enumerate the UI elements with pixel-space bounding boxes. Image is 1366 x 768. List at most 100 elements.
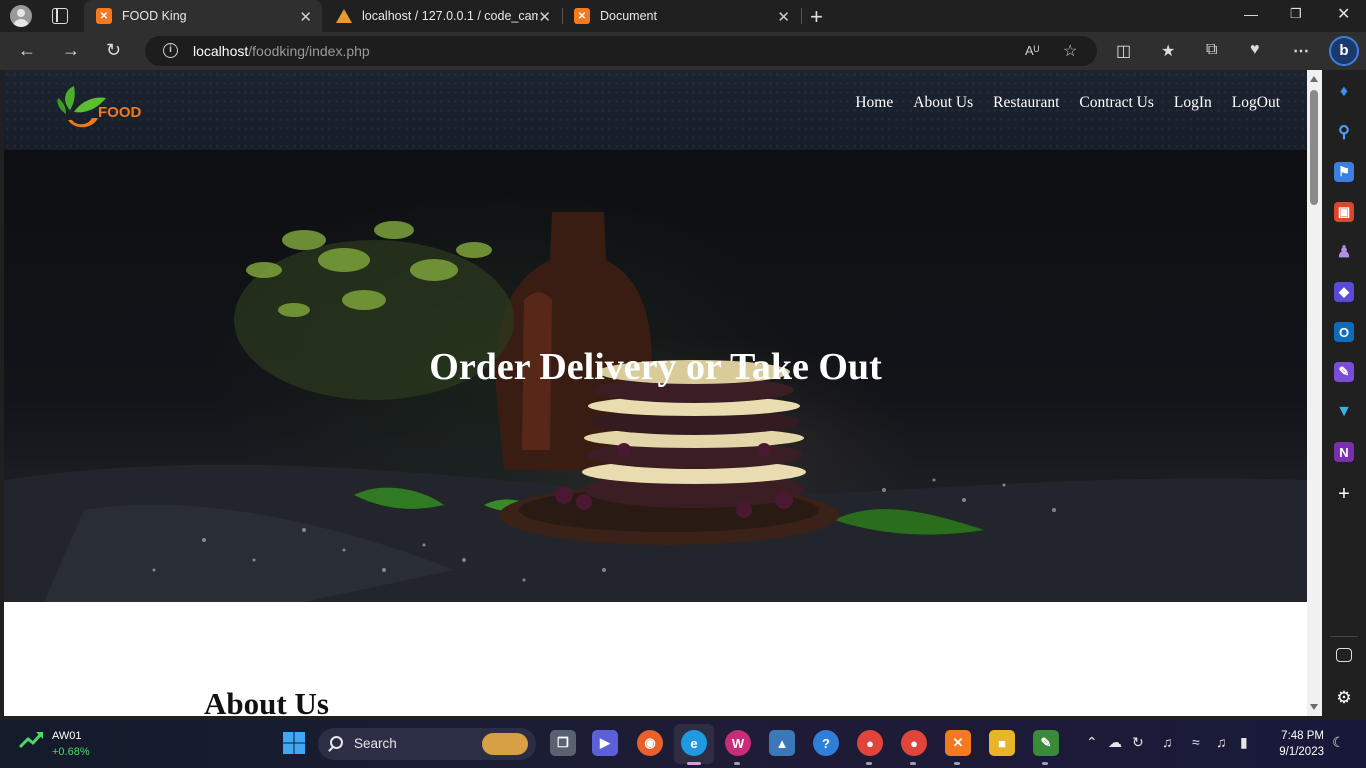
battery-icon[interactable]: ▮ (1240, 734, 1248, 751)
firefox-icon[interactable]: ◉ (637, 730, 663, 756)
running-indicator (910, 762, 916, 765)
new-tab-button[interactable]: + (810, 4, 823, 30)
chrome-profile-icon[interactable]: ● (901, 730, 927, 756)
site-header: FOOD Home About Us Restaurant Contract U… (4, 70, 1307, 150)
close-window-icon[interactable]: ✕ (1337, 4, 1350, 24)
collections-icon[interactable]: ⧉ (1206, 41, 1217, 59)
scrollbar-thumb[interactable] (1310, 90, 1318, 205)
onedrive-cloud-icon[interactable]: ☁ (1108, 734, 1122, 751)
tab-food-king[interactable]: ✕ FOOD King ✕ (84, 0, 322, 32)
nav-home[interactable]: Home (855, 94, 893, 112)
onenote-icon[interactable]: N (1334, 442, 1354, 462)
favorites-icon[interactable]: ★ (1161, 41, 1175, 61)
nav-login[interactable]: LogIn (1174, 94, 1212, 112)
food-logo[interactable]: FOOD (52, 80, 162, 134)
nav-about-us[interactable]: About Us (913, 94, 973, 112)
minimize-icon[interactable]: — (1244, 6, 1258, 22)
tab-actions-icon[interactable] (52, 8, 68, 24)
microphone-icon[interactable]: ♫ (1162, 734, 1173, 750)
wps-office-icon[interactable]: W (725, 730, 751, 756)
nav-contract-us[interactable]: Contract Us (1079, 94, 1153, 112)
scroll-up-icon[interactable] (1310, 76, 1318, 82)
more-menu-icon[interactable]: ⋯ (1293, 41, 1309, 61)
page-viewport: FOOD Home About Us Restaurant Contract U… (4, 70, 1307, 716)
profile-avatar-icon[interactable] (10, 5, 32, 27)
sidebar-separator (1330, 636, 1358, 637)
close-tab-icon[interactable]: ✕ (299, 8, 312, 26)
hide-sidebar-icon[interactable] (1336, 648, 1352, 662)
svg-text:FOOD: FOOD (98, 104, 141, 121)
designer-icon[interactable]: ✎ (1334, 362, 1354, 382)
favorite-star-icon[interactable]: ☆ (1063, 41, 1077, 61)
page-scrollbar[interactable] (1307, 70, 1322, 716)
stock-change: +0.68% (52, 746, 90, 758)
tab-document[interactable]: ✕ Document ✕ (562, 0, 800, 32)
sync-icon[interactable]: ↻ (1132, 734, 1144, 751)
search-label: Search (354, 736, 397, 751)
drop-icon[interactable]: ▼ (1334, 402, 1354, 422)
phpmyadmin-favicon-icon (336, 8, 352, 24)
system-clock[interactable]: 7:48 PM 9/1/2023 (1272, 728, 1324, 760)
taskbar-search-box[interactable]: Search (318, 728, 536, 760)
xampp-favicon-icon: ✕ (96, 8, 112, 24)
photos-icon[interactable]: ▲ (769, 730, 795, 756)
split-screen-icon[interactable]: ◫ (1116, 41, 1131, 61)
address-bar[interactable]: i localhost/foodking/index.php Aᵁ ☆ (145, 36, 1097, 66)
tab-separator (801, 8, 802, 24)
bing-copilot-icon[interactable]: b (1329, 36, 1359, 66)
close-tab-icon[interactable]: ✕ (538, 8, 551, 26)
tab-title: localhost / 127.0.0.1 / code_camp (362, 9, 538, 23)
microsoft-365-icon[interactable]: ◆ (1334, 282, 1354, 302)
wifi-icon[interactable]: ≈ (1192, 734, 1200, 750)
stock-widget[interactable]: AW01 +0.68% (18, 729, 90, 758)
stock-ticker: AW01 (52, 730, 82, 742)
windows-start-icon[interactable] (281, 730, 307, 756)
tab-title: Document (600, 9, 657, 23)
edge-browser-icon[interactable]: e (681, 730, 707, 756)
xampp-favicon-icon: ✕ (574, 8, 590, 24)
games-icon[interactable]: ♟ (1334, 242, 1354, 262)
running-indicator (687, 762, 701, 765)
xampp-icon[interactable]: ✕ (945, 730, 971, 756)
sidebar-settings-gear-icon[interactable]: ⚙ (1334, 688, 1354, 708)
nav-restaurant[interactable]: Restaurant (993, 94, 1059, 112)
notepad-plus-plus-icon[interactable]: ✎ (1033, 730, 1059, 756)
tools-briefcase-icon[interactable]: ▣ (1334, 202, 1354, 222)
meet-chat-icon[interactable]: ▶ (592, 730, 618, 756)
running-indicator (734, 762, 740, 765)
restore-icon[interactable]: ❐ (1290, 6, 1302, 22)
forward-icon[interactable]: → (62, 40, 80, 61)
shopping-tag-icon[interactable]: ⚑ (1334, 162, 1354, 182)
hero-heading: Order Delivery or Take Out (429, 346, 882, 388)
task-view-icon[interactable]: ❐ (550, 730, 576, 756)
main-navigation: Home About Us Restaurant Contract Us Log… (835, 94, 1280, 112)
browser-essentials-icon[interactable]: ♥ (1250, 41, 1260, 59)
show-hidden-icons-chevron-icon[interactable]: ⌃ (1086, 734, 1098, 751)
add-sidebar-app-icon[interactable]: + (1334, 483, 1354, 505)
url-text[interactable]: localhost/foodking/index.php (193, 43, 370, 59)
nav-logout[interactable]: LogOut (1232, 94, 1280, 112)
file-explorer-icon[interactable]: ■ (989, 730, 1015, 756)
back-icon[interactable]: ← (18, 40, 36, 61)
search-icon[interactable]: ⚲ (1334, 122, 1354, 142)
tab-title: FOOD King (122, 9, 187, 23)
clock-time: 7:48 PM (1281, 730, 1324, 742)
read-aloud-icon[interactable]: Aᵁ (1025, 43, 1039, 58)
hero-banner: Order Delivery or Take Out (4, 150, 1307, 602)
outlook-icon[interactable]: O (1334, 322, 1354, 342)
close-tab-icon[interactable]: ✕ (777, 8, 790, 26)
site-info-icon[interactable]: i (163, 43, 178, 58)
browser-tab-bar: ✕ FOOD King ✕ localhost / 127.0.0.1 / co… (0, 0, 1366, 32)
volume-icon[interactable]: ♫ (1216, 734, 1227, 750)
refresh-icon[interactable]: ↻ (106, 40, 121, 61)
search-highlight-icon (482, 733, 528, 755)
scroll-down-icon[interactable] (1310, 704, 1318, 710)
browser-toolbar: ← → ↻ i localhost/foodking/index.php Aᵁ … (0, 32, 1366, 70)
do-not-disturb-moon-icon[interactable]: ☾ (1332, 734, 1345, 751)
tab-phpmyadmin[interactable]: localhost / 127.0.0.1 / code_camp ✕ (324, 0, 561, 32)
get-help-icon[interactable]: ? (813, 730, 839, 756)
running-indicator (866, 762, 872, 765)
chrome-icon[interactable]: ● (857, 730, 883, 756)
running-indicator (954, 762, 960, 765)
notifications-bell-icon[interactable]: ♦ (1334, 82, 1354, 102)
